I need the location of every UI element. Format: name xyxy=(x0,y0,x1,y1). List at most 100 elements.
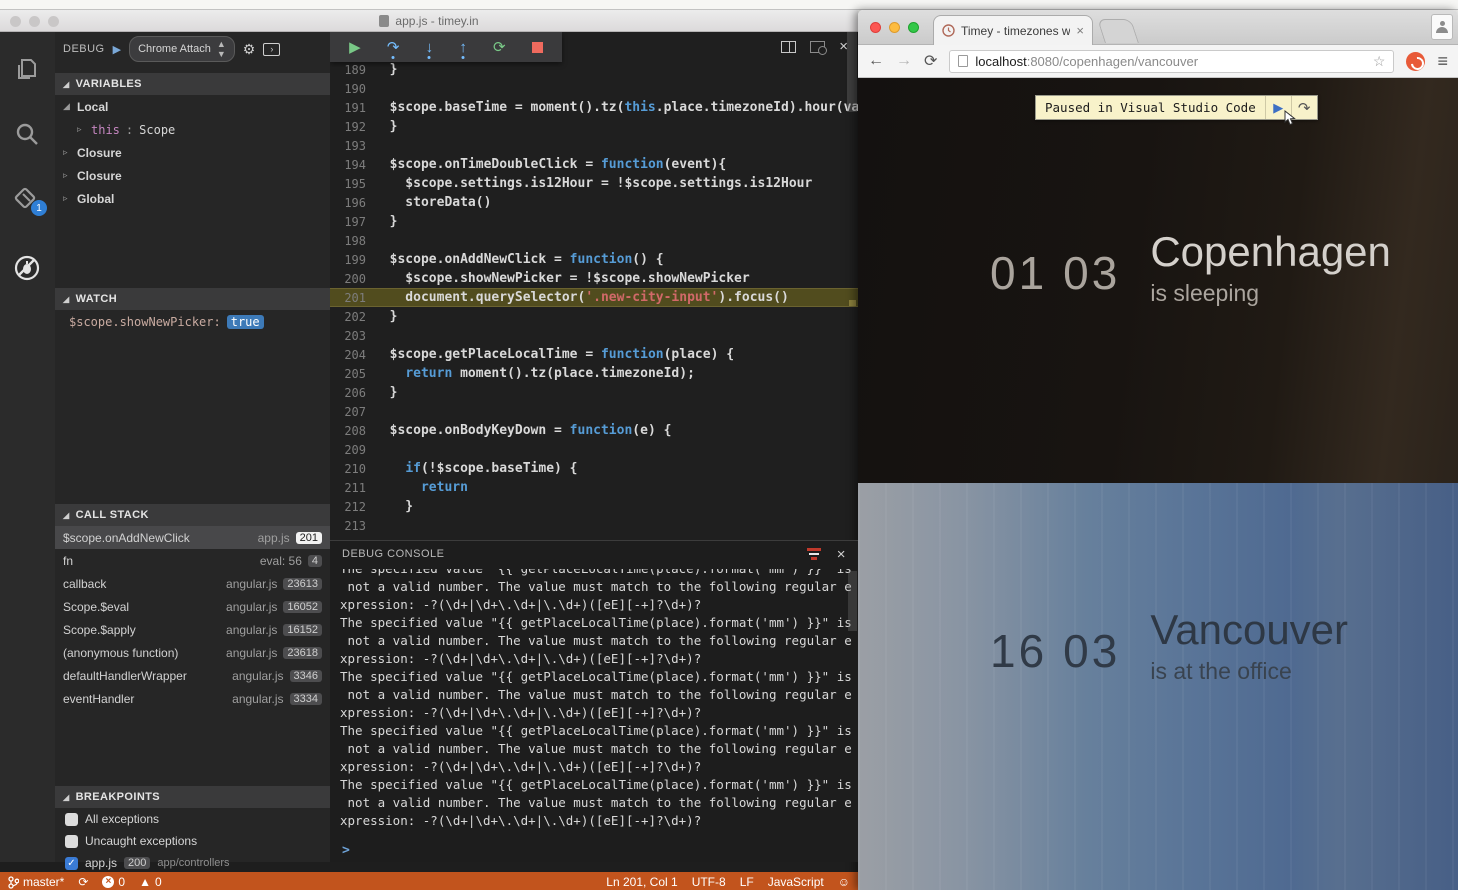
feedback-smiley-icon[interactable]: ☺ xyxy=(838,875,850,889)
breakpoint-checkbox[interactable] xyxy=(65,835,78,848)
code-line[interactable]: 206 } xyxy=(330,383,858,402)
profile-button[interactable] xyxy=(1431,14,1453,40)
code-line[interactable]: 190 xyxy=(330,79,858,98)
code-line[interactable]: 208 $scope.onBodyKeyDown = function(e) { xyxy=(330,421,858,440)
vscode-titlebar[interactable]: app.js - timey.in xyxy=(0,10,858,32)
callstack-frame[interactable]: fneval: 564 xyxy=(55,549,330,572)
code-line[interactable]: 201➤ document.querySelector('.new-city-i… xyxy=(330,288,858,307)
code-line[interactable]: 210 if(!$scope.baseTime) { xyxy=(330,459,858,478)
close-console-icon[interactable]: × xyxy=(837,546,846,563)
launch-config-dropdown[interactable]: Chrome Attach ▲▼ xyxy=(129,36,235,62)
code-line[interactable]: 194 $scope.onTimeDoubleClick = function(… xyxy=(330,155,858,174)
console-scrollbar[interactable] xyxy=(848,571,857,631)
step-over-button[interactable]: ↷ xyxy=(387,40,400,55)
configure-gear-icon[interactable]: ⚙ xyxy=(243,41,256,58)
console-prompt[interactable]: > xyxy=(342,843,350,858)
code-line[interactable]: 212 } xyxy=(330,497,858,516)
cursor-position-item[interactable]: Ln 201, Col 1 xyxy=(606,875,677,889)
search-icon[interactable] xyxy=(13,120,41,148)
back-icon[interactable]: ← xyxy=(868,52,884,70)
variable-row[interactable]: ◢Local xyxy=(55,95,330,118)
address-bar[interactable]: localhost:8080/copenhagen/vancouver ☆ xyxy=(949,50,1394,73)
open-preview-icon[interactable] xyxy=(810,41,825,53)
split-editor-icon[interactable] xyxy=(781,41,796,53)
step-out-button[interactable]: ↑ xyxy=(459,40,467,55)
minimize-window-icon[interactable] xyxy=(889,22,900,33)
breakpoint-checkbox[interactable]: ✓ xyxy=(65,857,78,870)
code-line[interactable]: 204 $scope.getPlaceLocalTime = function(… xyxy=(330,345,858,364)
callstack-frame[interactable]: Scope.$applyangular.js16152 xyxy=(55,618,330,641)
editor-scrollbar[interactable] xyxy=(847,32,857,112)
city-time[interactable]: 1603 xyxy=(990,624,1120,685)
source-control-icon[interactable]: 1 xyxy=(13,184,41,212)
reload-icon[interactable]: ⟳ xyxy=(924,51,937,71)
city-panel-copenhagen[interactable]: Paused in Visual Studio Code ▶ ↷ 0103 Co… xyxy=(858,78,1458,483)
code-line[interactable]: 211 return xyxy=(330,478,858,497)
code-line[interactable]: 195 $scope.settings.is12Hour = !$scope.s… xyxy=(330,174,858,193)
code-line[interactable]: 207 xyxy=(330,402,858,421)
watch-section-header[interactable]: ◢ WATCH xyxy=(55,288,330,310)
code-line[interactable]: 196 storeData() xyxy=(330,193,858,212)
variable-row[interactable]: ▹this:Scope xyxy=(55,118,330,141)
close-tab-icon[interactable]: × xyxy=(1076,23,1084,38)
bookmark-star-icon[interactable]: ☆ xyxy=(1373,53,1386,70)
step-into-button[interactable]: ↓ xyxy=(426,40,434,55)
continue-button[interactable]: ▶ xyxy=(349,40,361,55)
vscode-traffic-lights[interactable] xyxy=(10,16,59,27)
variable-row[interactable]: ▹Closure xyxy=(55,164,330,187)
code-line[interactable]: 202 } xyxy=(330,307,858,326)
code-line[interactable]: 213 xyxy=(330,516,858,535)
breakpoint-row[interactable]: Uncaught exceptions xyxy=(55,830,330,852)
minimize-window-icon[interactable] xyxy=(29,16,40,27)
filter-icon[interactable] xyxy=(807,548,821,560)
errors-item[interactable]: × 0 xyxy=(102,875,125,889)
menu-hamburger-icon[interactable]: ≡ xyxy=(1437,51,1448,72)
sync-icon[interactable]: ⟳ xyxy=(78,875,88,889)
code-line[interactable]: 199 $scope.onAddNewClick = function() { xyxy=(330,250,858,269)
forward-icon[interactable]: → xyxy=(896,52,912,70)
callstack-frame[interactable]: (anonymous function)angular.js23618 xyxy=(55,641,330,664)
breakpoints-section-header[interactable]: ◢ BREAKPOINTS xyxy=(55,786,330,808)
breakpoint-row[interactable]: ✓app.js200app/controllers xyxy=(55,852,330,874)
zoom-window-icon[interactable] xyxy=(48,16,59,27)
close-window-icon[interactable] xyxy=(870,22,881,33)
code-line[interactable]: 203 xyxy=(330,326,858,345)
variable-row[interactable]: ▹Closure xyxy=(55,141,330,164)
language-item[interactable]: JavaScript xyxy=(768,875,824,889)
variables-section-header[interactable]: ◢ VARIABLES xyxy=(55,73,330,95)
code-line[interactable]: 209 xyxy=(330,440,858,459)
start-debug-icon[interactable]: ▶ xyxy=(113,43,121,56)
city-panel-vancouver[interactable]: 1603 Vancouver is at the office + xyxy=(858,483,1458,890)
callstack-frame[interactable]: callbackangular.js23613 xyxy=(55,572,330,595)
breakpoint-checkbox[interactable] xyxy=(65,813,78,826)
chrome-traffic-lights[interactable] xyxy=(870,22,919,33)
code-line[interactable]: 198 xyxy=(330,231,858,250)
code-line[interactable]: 191 $scope.baseTime = moment().tz(this.p… xyxy=(330,98,858,117)
console-output[interactable]: The specified value "{{ getPlaceLocalTim… xyxy=(330,569,856,838)
callstack-frame[interactable]: $scope.onAddNewClickapp.js201 xyxy=(55,526,330,549)
explorer-icon[interactable] xyxy=(13,56,41,84)
encoding-item[interactable]: UTF-8 xyxy=(692,875,726,889)
new-tab-button[interactable] xyxy=(1097,19,1139,43)
close-editor-icon[interactable]: × xyxy=(839,38,848,55)
callstack-section-header[interactable]: ◢ CALL STACK xyxy=(55,504,330,526)
code-line[interactable]: 192 } xyxy=(330,117,858,136)
breakpoint-row[interactable]: All exceptions xyxy=(55,808,330,830)
eol-item[interactable]: LF xyxy=(740,875,754,889)
code-line[interactable]: 197 } xyxy=(330,212,858,231)
extension-icon[interactable] xyxy=(1406,52,1425,71)
city-time[interactable]: 0103 xyxy=(990,246,1120,307)
callstack-frame[interactable]: defaultHandlerWrapperangular.js3346 xyxy=(55,664,330,687)
callstack-frame[interactable]: Scope.$evalangular.js16052 xyxy=(55,595,330,618)
restart-button[interactable]: ⟳ xyxy=(493,40,506,55)
git-branch-item[interactable]: master* xyxy=(8,875,64,889)
code-line[interactable]: 193 xyxy=(330,136,858,155)
callstack-frame[interactable]: eventHandlerangular.js3334 xyxy=(55,687,330,710)
code-line[interactable]: 200 $scope.showNewPicker = !$scope.showN… xyxy=(330,269,858,288)
variable-row[interactable]: ▹Global xyxy=(55,187,330,210)
browser-tab[interactable]: Timey - timezones with a h × xyxy=(933,15,1093,45)
code-line[interactable]: 189 } xyxy=(330,60,858,79)
stop-button[interactable] xyxy=(532,42,543,53)
debug-icon[interactable] xyxy=(13,254,41,282)
watch-expression-row[interactable]: $scope.showNewPicker: true xyxy=(55,310,330,333)
